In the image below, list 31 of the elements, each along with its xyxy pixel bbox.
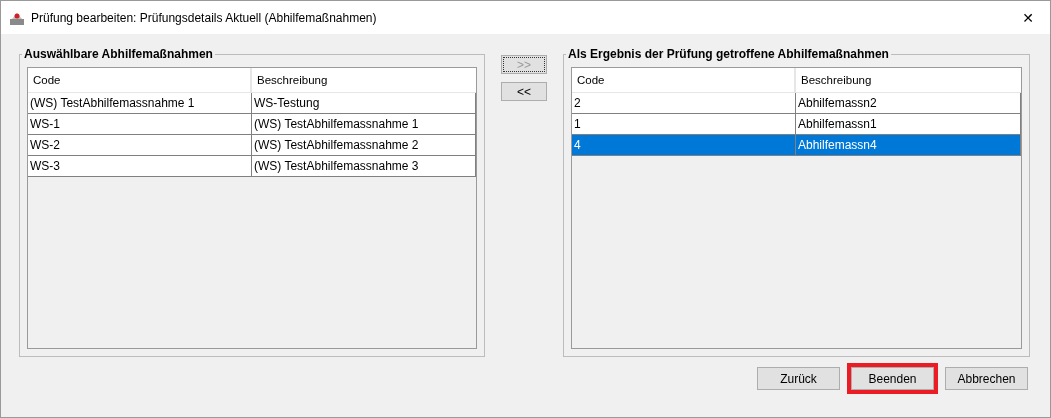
table-row[interactable]: (WS) TestAbhilfemassnahme 1 WS-Testung bbox=[28, 93, 476, 114]
table-cell: WS-2 bbox=[28, 135, 252, 155]
table-cell: (WS) TestAbhilfemassnahme 1 bbox=[28, 93, 252, 113]
table-cell-text: (WS) TestAbhilfemassnahme 2 bbox=[253, 137, 420, 154]
table-cell-text: Abhilfemassn1 bbox=[797, 116, 878, 133]
table-row[interactable]: 1 Abhilfemassn1 bbox=[572, 114, 1021, 135]
table-cell: 1 bbox=[572, 114, 796, 134]
table-row[interactable]: WS-3 (WS) TestAbhilfemassnahme 3 bbox=[28, 156, 476, 177]
table-cell-text: Abhilfemassn4 bbox=[797, 137, 878, 154]
window-title: Prüfung bearbeiten: Prüfungsdetails Aktuell (Abhilfemaßnahmen) bbox=[31, 10, 378, 25]
table-cell: 2 bbox=[572, 93, 796, 113]
dialog-button[interactable]: Beenden bbox=[851, 367, 934, 390]
table-row[interactable]: 4 Abhilfemassn4 bbox=[572, 135, 1021, 156]
dialog-button[interactable]: Zurück bbox=[757, 367, 840, 390]
table-cell: 4 bbox=[572, 135, 796, 155]
table-row[interactable]: 2 Abhilfemassn2 bbox=[572, 93, 1021, 114]
table-row[interactable]: WS-2 (WS) TestAbhilfemassnahme 2 bbox=[28, 135, 476, 156]
group-title: Als Ergebnis der Prüfung getroffene Abhilfemaßnahmen bbox=[567, 47, 890, 61]
table-cell-text: (WS) TestAbhilfemassnahme 1 bbox=[253, 116, 420, 133]
table-cell-text: WS-Testung bbox=[253, 95, 321, 112]
close-button[interactable]: ✕ bbox=[1006, 2, 1050, 33]
table-row[interactable]: WS-1 (WS) TestAbhilfemassnahme 1 bbox=[28, 114, 476, 135]
table-cell: WS-3 bbox=[28, 156, 252, 176]
column-header[interactable]: Beschreibung bbox=[252, 68, 476, 92]
move-button[interactable]: << bbox=[501, 82, 547, 101]
group-title: Auswählbare Abhilfemaßnahmen bbox=[23, 47, 214, 61]
table-cell: WS-1 bbox=[28, 114, 252, 134]
column-header[interactable]: Beschreibung bbox=[796, 68, 1021, 92]
dialog-button[interactable]: Abbrechen bbox=[945, 367, 1028, 390]
table-cell-text: Abhilfemassn2 bbox=[797, 95, 878, 112]
table-cell-text: (WS) TestAbhilfemassnahme 3 bbox=[253, 158, 420, 175]
